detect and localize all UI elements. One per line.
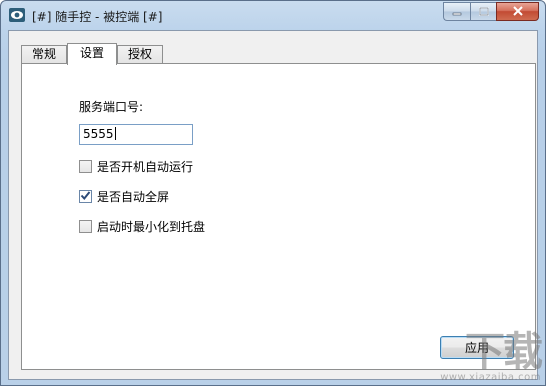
minimize-icon [452,5,462,19]
tab-settings[interactable]: 设置 [67,43,117,65]
watermark-url: www.xiazaiba.com [440,372,541,383]
port-input[interactable]: 5555 [79,124,193,145]
maximize-icon [478,5,489,19]
tab-general[interactable]: 常规 [21,45,67,64]
autostart-option[interactable]: 是否开机自动运行 [79,158,193,175]
fullscreen-checkbox[interactable] [79,190,92,203]
minimize-tray-option[interactable]: 启动时最小化到托盘 [79,218,205,235]
tab-license[interactable]: 授权 [117,45,163,64]
port-label: 服务端口号: [79,100,144,114]
app-window: [#] 随手控 - 被控端 [#] 常规 设置 授权 服务端口号: 5555 是… [0,0,546,386]
autostart-checkbox[interactable] [79,160,92,173]
watermark-logo: 下载 [465,329,543,375]
minimize-tray-label: 启动时最小化到托盘 [97,220,206,234]
port-value: 5555 [83,127,114,141]
app-logo-icon [9,8,25,22]
checkmark-icon [80,190,91,204]
window-controls [443,2,539,21]
client-area: 常规 设置 授权 服务端口号: 5555 是否开机自动运行 是否自动全屏 启动时… [8,30,538,380]
maximize-button[interactable] [470,2,496,21]
window-title: [#] 随手控 - 被控端 [#] [32,10,163,24]
close-icon [512,5,524,19]
text-caret [114,127,116,140]
minimize-button[interactable] [443,2,470,21]
settings-panel: 服务端口号: 5555 是否开机自动运行 是否自动全屏 启动时最小化到托盘 应用 [21,63,536,370]
title-bar[interactable]: [#] 随手控 - 被控端 [#] [1,1,545,30]
close-button[interactable] [496,2,539,21]
watermark: 下载 www.xiazaiba.com [440,329,543,383]
fullscreen-option[interactable]: 是否自动全屏 [79,188,169,205]
fullscreen-label: 是否自动全屏 [97,190,170,204]
minimize-tray-checkbox[interactable] [79,220,92,233]
autostart-label: 是否开机自动运行 [97,160,194,174]
